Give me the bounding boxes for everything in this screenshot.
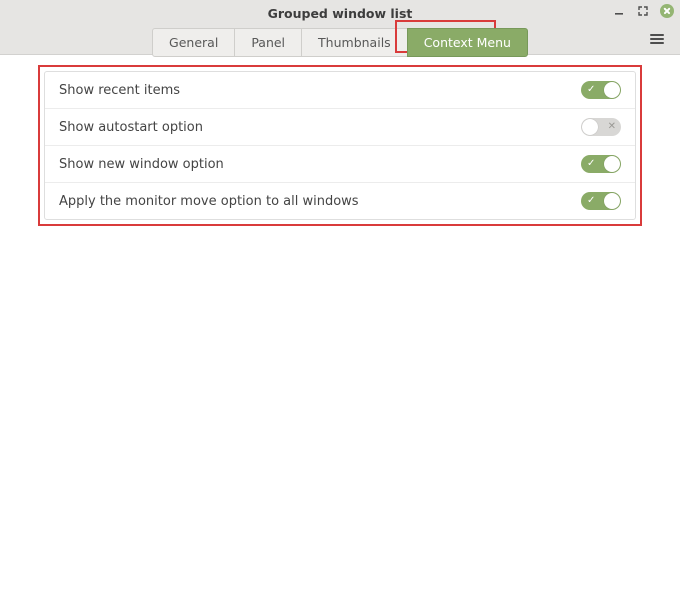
toggle[interactable]: ✕ xyxy=(581,118,621,136)
tab-panel[interactable]: Panel xyxy=(234,28,302,57)
maximize-button[interactable] xyxy=(636,4,650,18)
minimize-icon xyxy=(614,6,624,16)
window-controls xyxy=(612,4,674,18)
maximize-icon xyxy=(638,6,648,16)
settings-row: Show recent items ✓ xyxy=(45,72,635,108)
check-icon: ✓ xyxy=(587,196,595,206)
check-icon: ✓ xyxy=(587,159,595,169)
settings-row-label: Show autostart option xyxy=(59,120,203,135)
menu-button[interactable] xyxy=(650,32,664,46)
settings-row-label: Show recent items xyxy=(59,83,180,98)
minimize-button[interactable] xyxy=(612,4,626,18)
toggle[interactable]: ✓ xyxy=(581,192,621,210)
settings-row: Apply the monitor move option to all win… xyxy=(45,182,635,219)
settings-panel: Show recent items ✓ Show autostart option ✕… xyxy=(44,71,636,220)
toggle-knob xyxy=(604,193,620,209)
content-area: Show recent items ✓ Show autostart option ✕… xyxy=(0,55,680,226)
toggle-knob xyxy=(604,156,620,172)
settings-row: Show autostart option ✕ xyxy=(45,108,635,145)
hamburger-icon xyxy=(650,34,664,36)
close-button[interactable] xyxy=(660,4,674,18)
tab-context-menu[interactable]: Context Menu xyxy=(407,28,528,57)
tab-bar: General Panel Thumbnails Context Menu xyxy=(0,28,680,57)
toggle[interactable]: ✓ xyxy=(581,81,621,99)
toggle[interactable]: ✓ xyxy=(581,155,621,173)
tab-general[interactable]: General xyxy=(152,28,235,57)
annotation-panel-highlight: Show recent items ✓ Show autostart option ✕… xyxy=(38,65,642,226)
tab-thumbnails[interactable]: Thumbnails xyxy=(301,28,408,57)
x-icon: ✕ xyxy=(608,122,616,132)
check-icon: ✓ xyxy=(587,85,595,95)
titlebar: Grouped window list General Panel Thumbn… xyxy=(0,0,680,55)
toggle-knob xyxy=(604,82,620,98)
settings-row-label: Apply the monitor move option to all win… xyxy=(59,194,359,209)
settings-row: Show new window option ✓ xyxy=(45,145,635,182)
window-title: Grouped window list xyxy=(0,3,680,28)
settings-row-label: Show new window option xyxy=(59,157,224,172)
toggle-knob xyxy=(582,119,598,135)
